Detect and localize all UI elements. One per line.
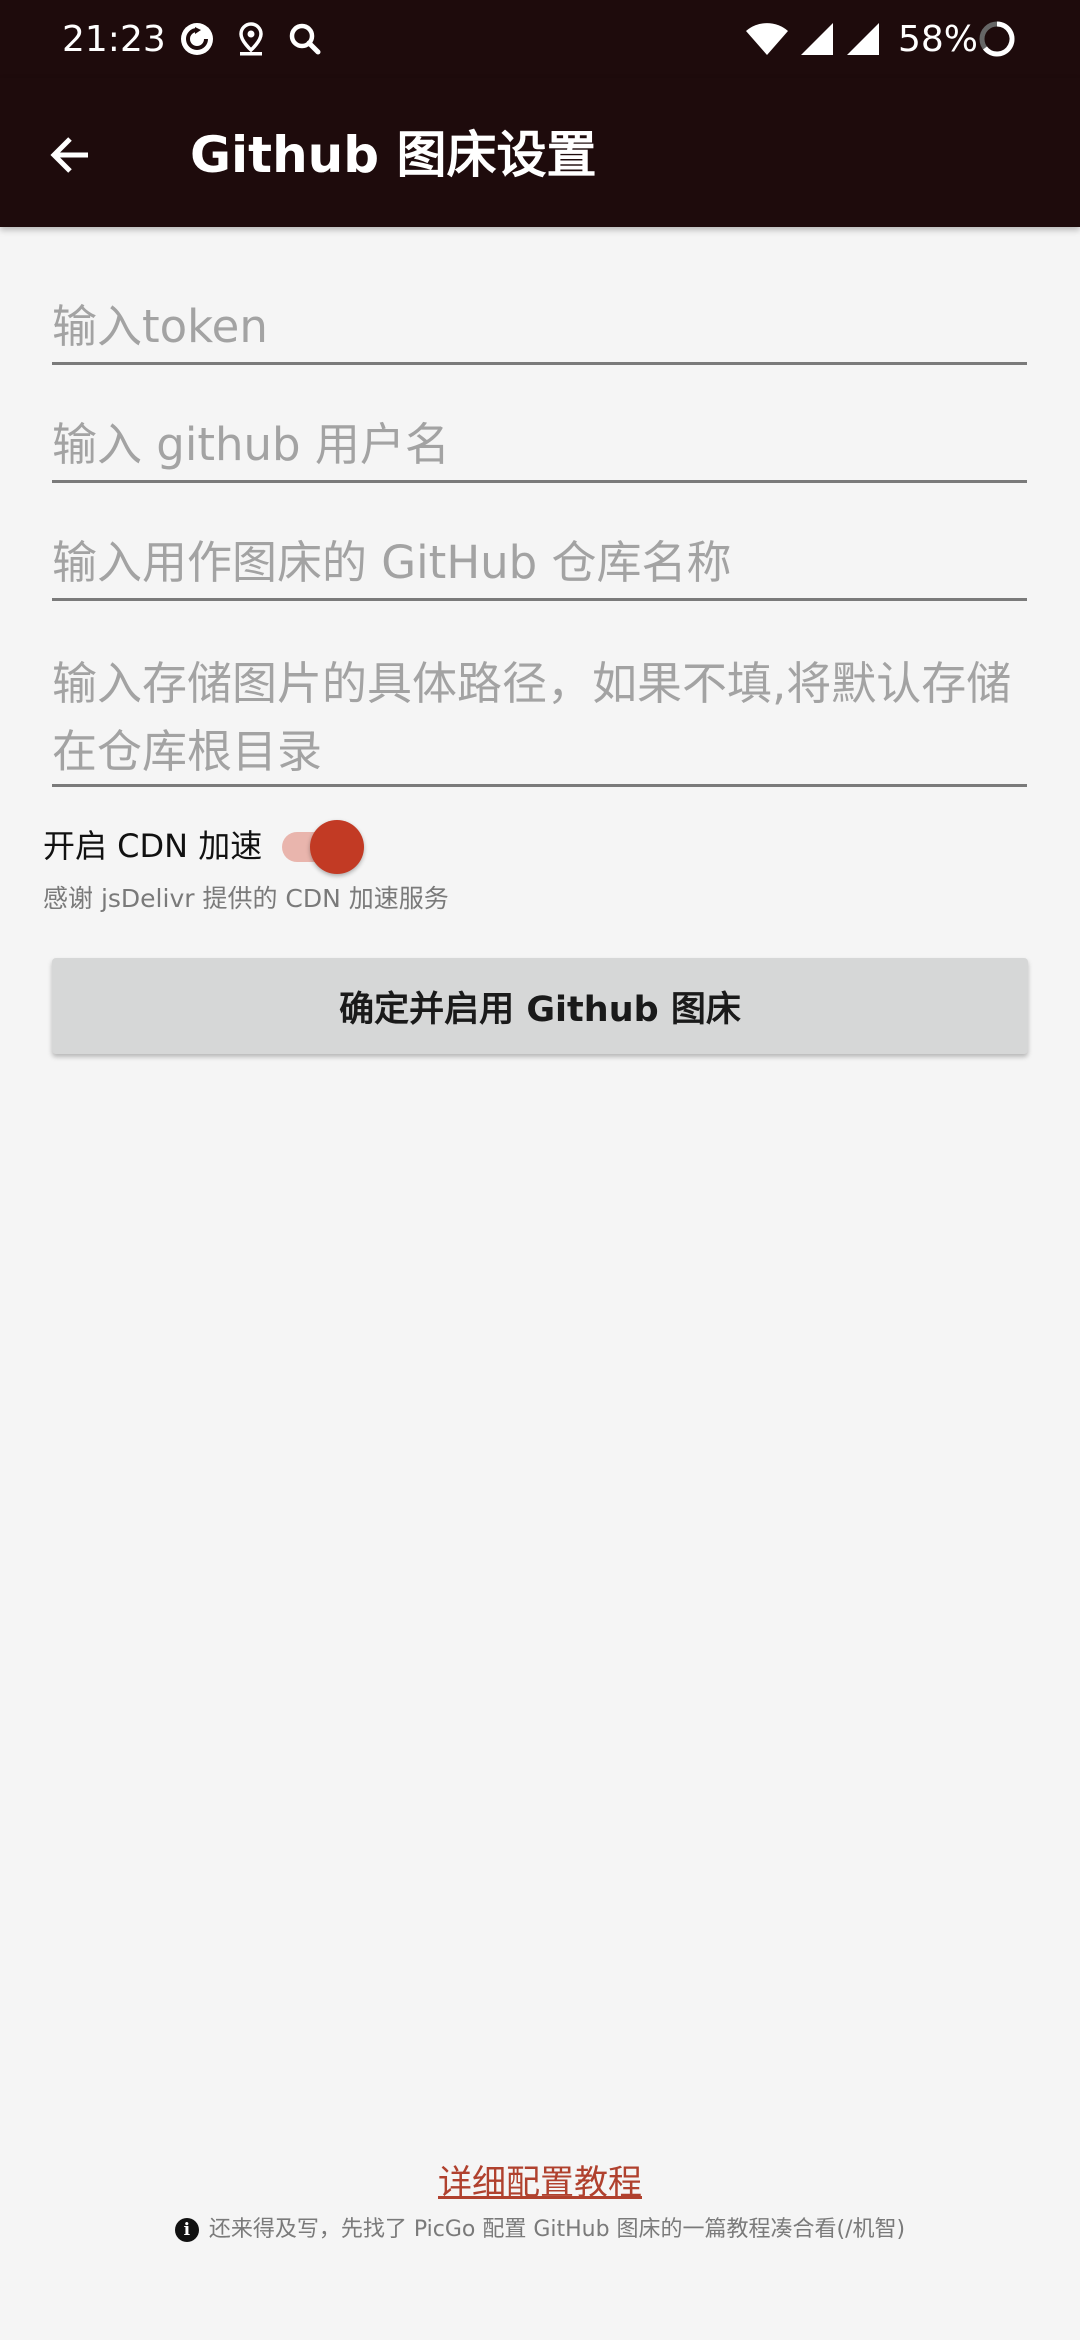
app-bar: Github 图床设置 — [0, 78, 1080, 227]
footer-note: i 还来得及写，先找了 PicGo 配置 GitHub 图床的一篇教程凑合看(/… — [0, 2212, 1080, 2248]
username-input[interactable] — [52, 414, 1027, 476]
cdn-label: 开启 CDN 加速 — [43, 827, 263, 865]
location-icon — [232, 20, 270, 58]
back-button[interactable] — [30, 115, 110, 195]
status-time: 21:23 — [62, 19, 166, 60]
username-field — [52, 414, 1027, 483]
screen: 21:23 58% Github 图床设置 输入token 输入 github … — [0, 0, 1080, 2340]
repo-field — [52, 532, 1027, 601]
info-icon: i — [174, 2218, 199, 2242]
search-icon — [286, 20, 324, 58]
tutorial-link[interactable]: 详细配置教程 — [0, 2158, 1080, 2208]
page-title: Github 图床设置 — [190, 126, 597, 184]
repo-input[interactable] — [52, 532, 1027, 594]
token-field — [52, 296, 1027, 365]
signal-icon-2 — [844, 20, 882, 58]
path-input[interactable] — [52, 650, 1027, 780]
token-input[interactable] — [52, 296, 1027, 358]
battery-icon — [978, 20, 1016, 58]
battery-percent: 58% — [898, 19, 979, 60]
cdn-subtitle: 感谢 jsDelivr 提供的 CDN 加速服务 — [43, 884, 449, 913]
path-field — [52, 650, 1027, 787]
arrow-back-icon — [50, 137, 88, 173]
confirm-button[interactable]: 确定并启用 Github 图床 — [52, 958, 1028, 1054]
status-bar: 21:23 58% — [0, 0, 1080, 78]
wifi-icon — [744, 20, 790, 58]
signal-icon — [798, 20, 836, 58]
sync-icon — [178, 20, 216, 58]
toggle-thumb — [310, 820, 364, 874]
footer-note-text: 还来得及写，先找了 PicGo 配置 GitHub 图床的一篇教程凑合看(/机智… — [208, 2217, 906, 2242]
cdn-toggle[interactable] — [280, 818, 366, 874]
